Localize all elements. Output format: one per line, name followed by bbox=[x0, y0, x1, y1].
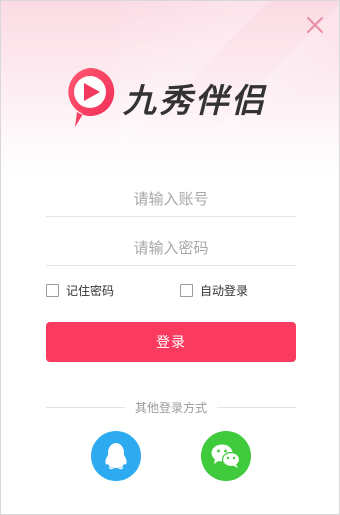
qq-penguin-icon bbox=[105, 443, 127, 470]
login-window: 九秀伴侣 记住密码 自动登录 登录 其他登录方式 bbox=[0, 0, 340, 515]
login-button[interactable]: 登录 bbox=[46, 322, 296, 362]
qq-login-button[interactable] bbox=[91, 431, 141, 481]
divider-line-left bbox=[46, 406, 125, 408]
options-row: 记住密码 自动登录 bbox=[46, 282, 296, 300]
checkbox-box[interactable] bbox=[180, 284, 193, 297]
brand-logo: 九秀伴侣 bbox=[63, 65, 267, 131]
other-login-label: 其他登录方式 bbox=[135, 400, 208, 415]
app-name: 九秀伴侣 bbox=[123, 81, 267, 120]
password-field-wrapper bbox=[46, 230, 296, 266]
checkbox-box[interactable] bbox=[46, 284, 59, 297]
play-bubble-logo-icon bbox=[68, 67, 115, 127]
wechat-login-button[interactable] bbox=[201, 431, 251, 481]
divider-line-right bbox=[217, 406, 297, 408]
close-icon bbox=[307, 17, 323, 33]
auto-login-checkbox[interactable]: 自动登录 bbox=[180, 282, 248, 299]
account-field-wrapper bbox=[46, 181, 296, 217]
auto-login-label: 自动登录 bbox=[200, 284, 249, 298]
remember-password-checkbox[interactable]: 记住密码 bbox=[46, 282, 114, 299]
password-input[interactable] bbox=[46, 230, 296, 265]
other-login-divider: 其他登录方式 bbox=[46, 399, 297, 415]
wechat-icon bbox=[211, 444, 241, 468]
account-input[interactable] bbox=[46, 181, 296, 216]
close-button[interactable] bbox=[305, 15, 325, 35]
remember-password-label: 记住密码 bbox=[66, 284, 115, 298]
